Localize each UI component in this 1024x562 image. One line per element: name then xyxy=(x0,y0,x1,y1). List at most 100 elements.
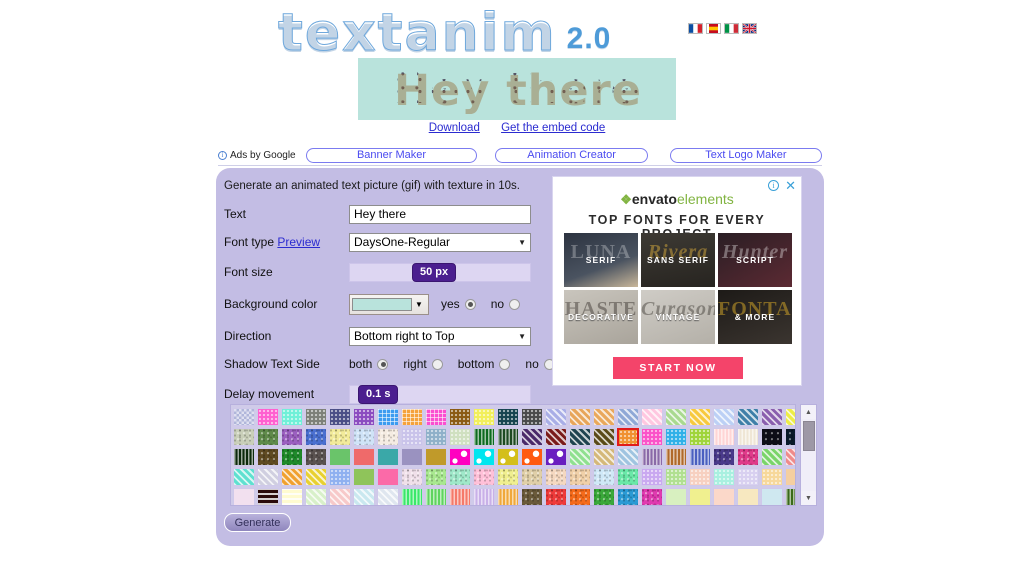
texture-swatch[interactable] xyxy=(473,488,495,505)
site-logo[interactable]: textanim 2.0 xyxy=(278,6,611,61)
texture-swatch[interactable] xyxy=(257,488,279,505)
texture-swatch[interactable] xyxy=(305,408,327,426)
texture-swatch[interactable] xyxy=(761,448,783,466)
envato-tile-sans-serif[interactable]: Rivera SANS SERIF xyxy=(641,233,715,287)
texture-swatch[interactable] xyxy=(497,488,519,505)
texture-swatch[interactable] xyxy=(689,428,711,446)
envato-tile-serif[interactable]: LUNA SERIF xyxy=(564,233,638,287)
download-link[interactable]: Download xyxy=(429,122,480,134)
font-size-slider-track[interactable]: 50 px xyxy=(349,262,531,282)
texture-swatch[interactable] xyxy=(233,468,255,486)
texture-swatch[interactable] xyxy=(473,468,495,486)
envato-tile-more[interactable]: FONTAINE & MORE xyxy=(718,290,792,344)
texture-swatch[interactable] xyxy=(305,488,327,505)
texture-swatch[interactable] xyxy=(593,448,615,466)
texture-swatch[interactable] xyxy=(785,408,795,426)
texture-swatch[interactable] xyxy=(737,428,759,446)
texture-swatch[interactable] xyxy=(665,488,687,505)
close-icon[interactable]: ✕ xyxy=(785,179,796,192)
envato-tile-vintage[interactable]: Curason VINTAGE xyxy=(641,290,715,344)
texture-swatch[interactable] xyxy=(329,448,351,466)
texture-swatch[interactable] xyxy=(617,448,639,466)
texture-swatch[interactable] xyxy=(281,488,303,505)
texture-swatch[interactable] xyxy=(713,408,735,426)
texture-swatch[interactable] xyxy=(497,408,519,426)
texture-swatch[interactable] xyxy=(329,488,351,505)
texture-swatch[interactable] xyxy=(353,488,375,505)
texture-swatch[interactable] xyxy=(569,488,591,505)
texture-swatch[interactable] xyxy=(713,448,735,466)
envato-tile-decorative[interactable]: HASTE DECORATIVE xyxy=(564,290,638,344)
texture-swatch[interactable] xyxy=(377,408,399,426)
texture-swatch[interactable] xyxy=(569,448,591,466)
texture-swatch[interactable] xyxy=(497,428,519,446)
texture-swatch[interactable] xyxy=(233,448,255,466)
texture-swatch[interactable] xyxy=(545,448,567,466)
texture-swatch[interactable] xyxy=(353,468,375,486)
texture-swatch[interactable] xyxy=(497,448,519,466)
texture-swatch[interactable] xyxy=(641,448,663,466)
texture-swatch[interactable] xyxy=(449,468,471,486)
texture-swatch[interactable] xyxy=(377,428,399,446)
texture-swatch[interactable] xyxy=(545,488,567,505)
texture-swatch[interactable] xyxy=(305,448,327,466)
texture-swatch[interactable] xyxy=(593,468,615,486)
envato-tile-script[interactable]: Hunter SCRIPT xyxy=(718,233,792,287)
texture-swatch[interactable] xyxy=(305,428,327,446)
texture-swatch[interactable] xyxy=(257,468,279,486)
texture-swatch[interactable] xyxy=(569,408,591,426)
texture-swatch[interactable] xyxy=(665,408,687,426)
shadow-right-radio[interactable] xyxy=(431,358,443,370)
texture-swatch[interactable] xyxy=(737,408,759,426)
texture-swatch[interactable] xyxy=(761,488,783,505)
texture-swatch[interactable] xyxy=(425,468,447,486)
texture-swatch[interactable] xyxy=(425,488,447,505)
texture-swatch[interactable] xyxy=(401,428,423,446)
texture-swatch[interactable] xyxy=(569,468,591,486)
texture-swatch[interactable] xyxy=(665,448,687,466)
info-icon[interactable]: i xyxy=(768,180,780,191)
texture-swatch[interactable] xyxy=(689,408,711,426)
bg-no-radio[interactable] xyxy=(509,298,521,310)
texture-swatch[interactable] xyxy=(689,468,711,486)
texture-swatch[interactable] xyxy=(689,488,711,505)
envato-start-now-button[interactable]: START NOW xyxy=(613,357,743,379)
texture-swatch[interactable] xyxy=(737,448,759,466)
texture-swatch[interactable] xyxy=(617,408,639,426)
texture-swatch[interactable] xyxy=(353,448,375,466)
flag-united-kingdom-icon[interactable] xyxy=(742,23,757,34)
texture-swatch[interactable] xyxy=(521,408,543,426)
texture-swatch[interactable] xyxy=(785,448,795,466)
texture-swatch[interactable] xyxy=(521,488,543,505)
flag-spain-icon[interactable] xyxy=(706,23,721,34)
texture-swatch[interactable] xyxy=(305,468,327,486)
texture-swatch[interactable] xyxy=(665,468,687,486)
texture-swatch[interactable] xyxy=(713,428,735,446)
flag-france-icon[interactable] xyxy=(688,23,703,34)
texture-swatch[interactable] xyxy=(257,428,279,446)
texture-swatch[interactable] xyxy=(473,408,495,426)
ad-link-animation-creator[interactable]: Animation Creator xyxy=(495,147,648,163)
shadow-both-radio[interactable] xyxy=(377,358,389,370)
texture-swatch[interactable] xyxy=(761,408,783,426)
font-type-select[interactable]: DaysOne-Regular ▼ xyxy=(349,232,531,252)
texture-swatch[interactable] xyxy=(617,428,639,446)
texture-swatch[interactable] xyxy=(353,408,375,426)
embed-code-link[interactable]: Get the embed code xyxy=(501,122,605,134)
triangle-up-icon[interactable]: ▲ xyxy=(801,405,816,419)
bg-yes-radio[interactable] xyxy=(464,298,476,310)
texture-swatch[interactable] xyxy=(377,488,399,505)
texture-swatch[interactable] xyxy=(785,428,795,446)
ad-link-text-logo-maker[interactable]: Text Logo Maker xyxy=(669,147,823,163)
texture-swatch[interactable] xyxy=(257,448,279,466)
texture-scrollbar[interactable]: ▲ ▼ xyxy=(800,404,817,506)
font-size-slider-handle[interactable]: 50 px xyxy=(412,262,457,282)
texture-swatch[interactable] xyxy=(641,488,663,505)
texture-swatch[interactable] xyxy=(665,428,687,446)
texture-swatch[interactable] xyxy=(713,488,735,505)
texture-swatch[interactable] xyxy=(425,408,447,426)
texture-swatch[interactable] xyxy=(593,408,615,426)
texture-swatch[interactable] xyxy=(761,468,783,486)
texture-swatch[interactable] xyxy=(449,488,471,505)
texture-swatch[interactable] xyxy=(785,488,795,505)
